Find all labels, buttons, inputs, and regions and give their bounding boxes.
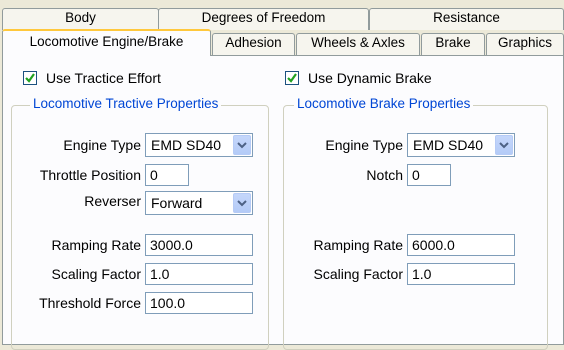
engine-type-dropdown-button[interactable] bbox=[233, 135, 251, 155]
use-tractive-effort-label: Use Tractice Effort bbox=[46, 70, 161, 86]
brake-engine-type-select[interactable]: EMD SD40 bbox=[407, 133, 515, 157]
use-tractive-effort-checkbox-row[interactable]: Use Tractice Effort bbox=[23, 70, 161, 86]
notch-input[interactable]: 0 bbox=[407, 164, 451, 186]
use-dynamic-brake-checkbox[interactable] bbox=[285, 71, 299, 85]
brake-ramping-rate-input[interactable]: 6000.0 bbox=[407, 234, 515, 256]
tab-label: Resistance bbox=[433, 10, 500, 25]
brake-engine-type-value: EMD SD40 bbox=[413, 137, 484, 153]
tab-body[interactable]: Body bbox=[2, 8, 159, 30]
brake-engine-type-label: Engine Type bbox=[325, 137, 403, 153]
reverser-label: Reverser bbox=[84, 193, 141, 209]
throttle-position-input[interactable]: 0 bbox=[145, 164, 189, 186]
tab-label: Locomotive Engine/Brake bbox=[29, 34, 184, 49]
engine-type-label: Engine Type bbox=[63, 137, 141, 153]
tab-graphics[interactable]: Graphics bbox=[486, 33, 564, 55]
tab-label: Body bbox=[65, 10, 96, 25]
tab-label: Brake bbox=[435, 35, 471, 50]
brake-ramping-rate-label: Ramping Rate bbox=[313, 237, 404, 253]
tab-resistance[interactable]: Resistance bbox=[369, 8, 564, 30]
brake-group-title: Locomotive Brake Properties bbox=[294, 96, 474, 112]
tab-degrees-of-freedom[interactable]: Degrees of Freedom bbox=[158, 8, 369, 30]
ramping-rate-label: Ramping Rate bbox=[51, 237, 142, 253]
notch-label: Notch bbox=[366, 167, 403, 183]
tab-brake[interactable]: Brake bbox=[421, 33, 485, 55]
scaling-factor-input[interactable]: 1.0 bbox=[145, 263, 253, 285]
chevron-down-icon bbox=[237, 141, 247, 148]
tab-label: Adhesion bbox=[225, 35, 282, 50]
use-dynamic-brake-checkbox-row[interactable]: Use Dynamic Brake bbox=[285, 70, 432, 86]
use-tractive-effort-checkbox[interactable] bbox=[23, 71, 37, 85]
engine-type-select[interactable]: EMD SD40 bbox=[145, 133, 253, 157]
reverser-value: Forward bbox=[151, 195, 203, 211]
ramping-rate-input[interactable]: 3000.0 bbox=[145, 234, 253, 256]
use-dynamic-brake-label: Use Dynamic Brake bbox=[308, 70, 432, 86]
chevron-down-icon bbox=[237, 199, 247, 206]
brake-scaling-factor-input[interactable]: 1.0 bbox=[407, 263, 515, 285]
tab-label: Graphics bbox=[497, 35, 553, 50]
reverser-select[interactable]: Forward bbox=[145, 191, 253, 215]
check-icon bbox=[287, 73, 297, 83]
check-icon bbox=[25, 73, 35, 83]
tab-label: Wheels & Axles bbox=[311, 35, 405, 50]
chevron-down-icon bbox=[499, 141, 509, 148]
brake-scaling-factor-label: Scaling Factor bbox=[313, 266, 403, 282]
reverser-dropdown-button[interactable] bbox=[233, 193, 251, 213]
threshold-force-input[interactable]: 100.0 bbox=[145, 292, 253, 314]
throttle-position-label: Throttle Position bbox=[39, 167, 141, 183]
tractive-group-title: Locomotive Tractive Properties bbox=[30, 96, 222, 112]
tab-label: Degrees of Freedom bbox=[201, 10, 326, 25]
tab-adhesion[interactable]: Adhesion bbox=[212, 33, 295, 55]
threshold-force-label: Threshold Force bbox=[39, 295, 141, 311]
brake-engine-type-dropdown-button[interactable] bbox=[495, 135, 513, 155]
tab-locomotive-engine-brake[interactable]: Locomotive Engine/Brake bbox=[2, 29, 211, 56]
tab-wheels-axles[interactable]: Wheels & Axles bbox=[296, 33, 420, 55]
scaling-factor-label: Scaling Factor bbox=[51, 266, 141, 282]
tab-panel: Use Tractice Effort Locomotive Tractive … bbox=[2, 55, 564, 350]
engine-type-value: EMD SD40 bbox=[151, 137, 222, 153]
